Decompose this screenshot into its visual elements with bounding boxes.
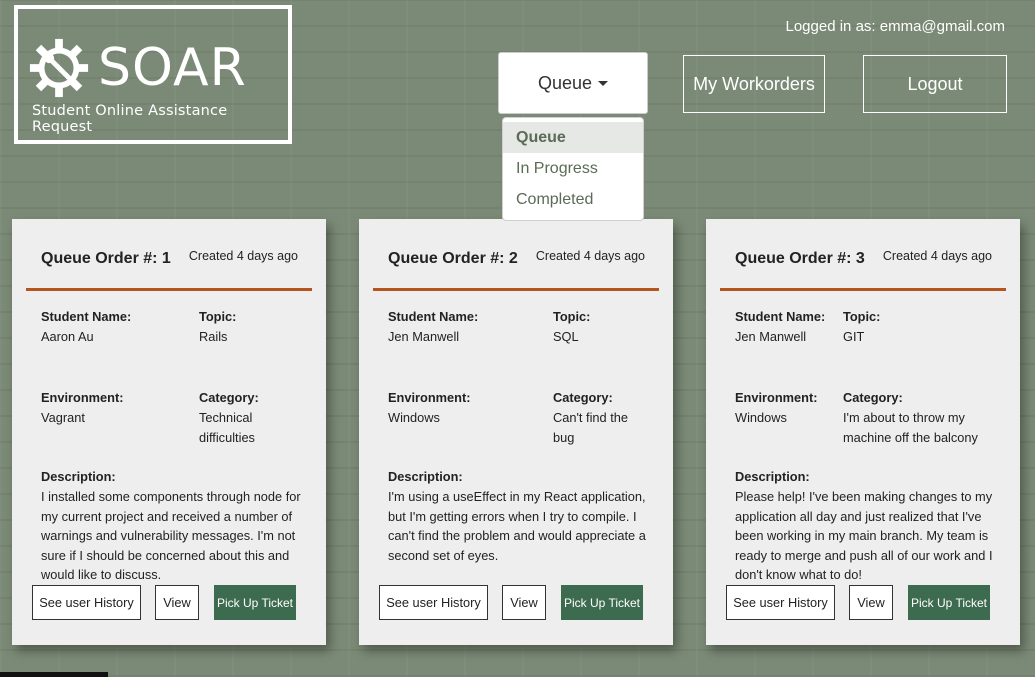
logo-subtitle: Student Online Assistance Request <box>32 103 228 135</box>
logo-title: SOAR <box>98 38 247 98</box>
view-button[interactable]: View <box>502 585 546 620</box>
environment-label: Environment: <box>735 390 818 405</box>
card-header: Queue Order #: 2 Created 4 days ago <box>373 219 659 288</box>
caret-down-icon <box>598 80 609 86</box>
category-value: I'm about to throw my machine off the ba… <box>843 410 978 445</box>
queue-card: Queue Order #: 2 Created 4 days ago Stud… <box>359 219 673 645</box>
topic-label: Topic: <box>553 309 591 324</box>
my-workorders-button[interactable]: My Workorders <box>683 55 825 113</box>
description-value: I'm using a useEffect in my React applic… <box>388 489 646 563</box>
logo[interactable]: SOAR Student Online Assistance Request <box>14 5 292 144</box>
see-user-history-button[interactable]: See user History <box>726 585 835 620</box>
card-created: Created 4 days ago <box>535 249 645 263</box>
browser-status-bar <box>0 672 108 677</box>
environment-label: Environment: <box>388 390 471 405</box>
card-divider <box>373 288 659 291</box>
pick-up-ticket-button[interactable]: Pick Up Ticket <box>908 585 990 620</box>
description-label: Description: <box>41 469 116 484</box>
category-label: Category: <box>199 390 259 405</box>
see-user-history-button[interactable]: See user History <box>379 585 488 620</box>
category-label: Category: <box>843 390 903 405</box>
student-name-label: Student Name: <box>735 309 826 324</box>
student-name-label: Student Name: <box>41 309 132 324</box>
description-value: Please help! I've been making changes to… <box>735 489 993 582</box>
dropdown-item-in-progress[interactable]: In Progress <box>503 153 643 184</box>
card-title: Queue Order #: 2 <box>388 250 518 267</box>
description-value: I installed some components through node… <box>41 489 301 582</box>
card-header: Queue Order #: 1 Created 4 days ago <box>26 219 312 288</box>
gear-wrench-icon <box>29 38 89 98</box>
category-label: Category: <box>553 390 613 405</box>
queue-dropdown-toggle[interactable]: Queue <box>498 52 648 114</box>
description-label: Description: <box>388 469 463 484</box>
card-created: Created 4 days ago <box>882 249 992 263</box>
student-name-label: Student Name: <box>388 309 479 324</box>
pick-up-ticket-button[interactable]: Pick Up Ticket <box>214 585 296 620</box>
dropdown-label: Queue <box>537 72 593 93</box>
topic-value: Rails <box>199 329 228 344</box>
card-divider <box>26 288 312 291</box>
topic-value: GIT <box>843 329 865 344</box>
queue-dropdown-menu: Queue In Progress Completed <box>502 117 644 221</box>
card-divider <box>720 288 1006 291</box>
card-title: Queue Order #: 3 <box>735 250 865 267</box>
queue-card: Queue Order #: 1 Created 4 days ago Stud… <box>12 219 326 645</box>
student-name-value: Jen Manwell <box>735 329 807 344</box>
student-name-value: Aaron Au <box>41 329 94 344</box>
logout-button[interactable]: Logout <box>863 55 1007 113</box>
environment-value: Vagrant <box>41 410 85 425</box>
dropdown-item-completed[interactable]: Completed <box>503 184 643 215</box>
topic-value: SQL <box>553 329 579 344</box>
view-button[interactable]: View <box>849 585 893 620</box>
category-value: Can't find the bug <box>553 410 629 445</box>
card-header: Queue Order #: 3 Created 4 days ago <box>720 219 1006 288</box>
see-user-history-button[interactable]: See user History <box>32 585 141 620</box>
pick-up-ticket-button[interactable]: Pick Up Ticket <box>561 585 643 620</box>
environment-value: Windows <box>735 410 787 425</box>
dropdown-item-queue[interactable]: Queue <box>503 122 643 153</box>
description-label: Description: <box>735 469 810 484</box>
category-value: Technical difficulties <box>199 410 255 445</box>
student-name-value: Jen Manwell <box>388 329 460 344</box>
logged-in-user: Logged in as: emma@gmail.com <box>785 18 1006 35</box>
card-title: Queue Order #: 1 <box>41 250 171 267</box>
topic-label: Topic: <box>199 309 237 324</box>
card-created: Created 4 days ago <box>188 249 298 263</box>
view-button[interactable]: View <box>155 585 199 620</box>
queue-card: Queue Order #: 3 Created 4 days ago Stud… <box>706 219 1020 645</box>
environment-value: Windows <box>388 410 440 425</box>
topic-label: Topic: <box>843 309 881 324</box>
environment-label: Environment: <box>41 390 124 405</box>
